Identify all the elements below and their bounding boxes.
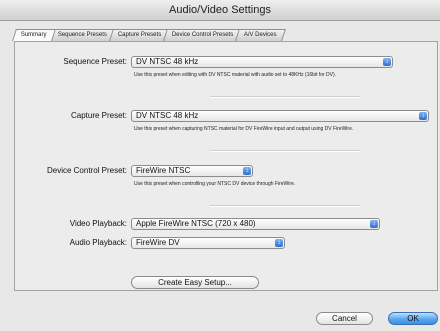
up-down-arrows-icon: ↕ [275, 239, 283, 247]
tab-device-control-presets[interactable]: Device Control Presets [163, 29, 243, 41]
window-title: Audio/Video Settings [0, 0, 440, 21]
capture-preset-hint: Use this preset when capturing NTSC mate… [134, 126, 354, 132]
capture-preset-popup[interactable]: DV NTSC 48 kHz ↕ [131, 110, 429, 122]
ok-button[interactable]: OK [388, 312, 438, 325]
up-down-arrows-icon: ↕ [243, 167, 251, 175]
tab-summary[interactable]: Summary [12, 29, 56, 41]
sequence-preset-hint: Use this preset when editing with DV NTS… [134, 72, 337, 78]
device-control-preset-label: Device Control Preset: [46, 166, 127, 175]
sequence-preset-label: Sequence Preset: [63, 57, 127, 66]
up-down-arrows-icon: ↕ [370, 220, 378, 228]
cancel-button[interactable]: Cancel [316, 312, 373, 325]
create-easy-setup-button[interactable]: Create Easy Setup... [131, 276, 259, 289]
up-down-arrows-icon: ↕ [419, 112, 427, 120]
separator [210, 150, 360, 152]
tab-sequence-presets[interactable]: Sequence Presets [48, 29, 116, 41]
tab-bar: Summary Sequence Presets Capture Presets… [12, 29, 287, 41]
up-down-arrows-icon: ↕ [383, 58, 391, 66]
audio-playback-popup[interactable]: FireWire DV ↕ [131, 237, 285, 249]
video-playback-value: Apple FireWire NTSC (720 x 480) [136, 219, 256, 228]
tab-capture-presets[interactable]: Capture Presets [108, 29, 171, 41]
capture-preset-value: DV NTSC 48 kHz [136, 111, 199, 120]
separator [210, 96, 360, 98]
audio-playback-value: FireWire DV [136, 238, 180, 247]
tab-av-devices[interactable]: A/V Devices [235, 29, 287, 41]
capture-preset-label: Capture Preset: [70, 111, 127, 120]
video-playback-label: Video Playback: [69, 219, 127, 228]
device-control-preset-value: FireWire NTSC [136, 166, 191, 175]
separator [210, 205, 360, 207]
device-control-preset-popup[interactable]: FireWire NTSC ↕ [131, 165, 253, 177]
audio-playback-label: Audio Playback: [69, 238, 127, 247]
device-control-preset-hint: Use this preset when controlling your NT… [134, 181, 296, 187]
sequence-preset-popup[interactable]: DV NTSC 48 kHz ↕ [131, 56, 393, 68]
sequence-preset-value: DV NTSC 48 kHz [136, 57, 199, 66]
video-playback-popup[interactable]: Apple FireWire NTSC (720 x 480) ↕ [131, 218, 380, 230]
